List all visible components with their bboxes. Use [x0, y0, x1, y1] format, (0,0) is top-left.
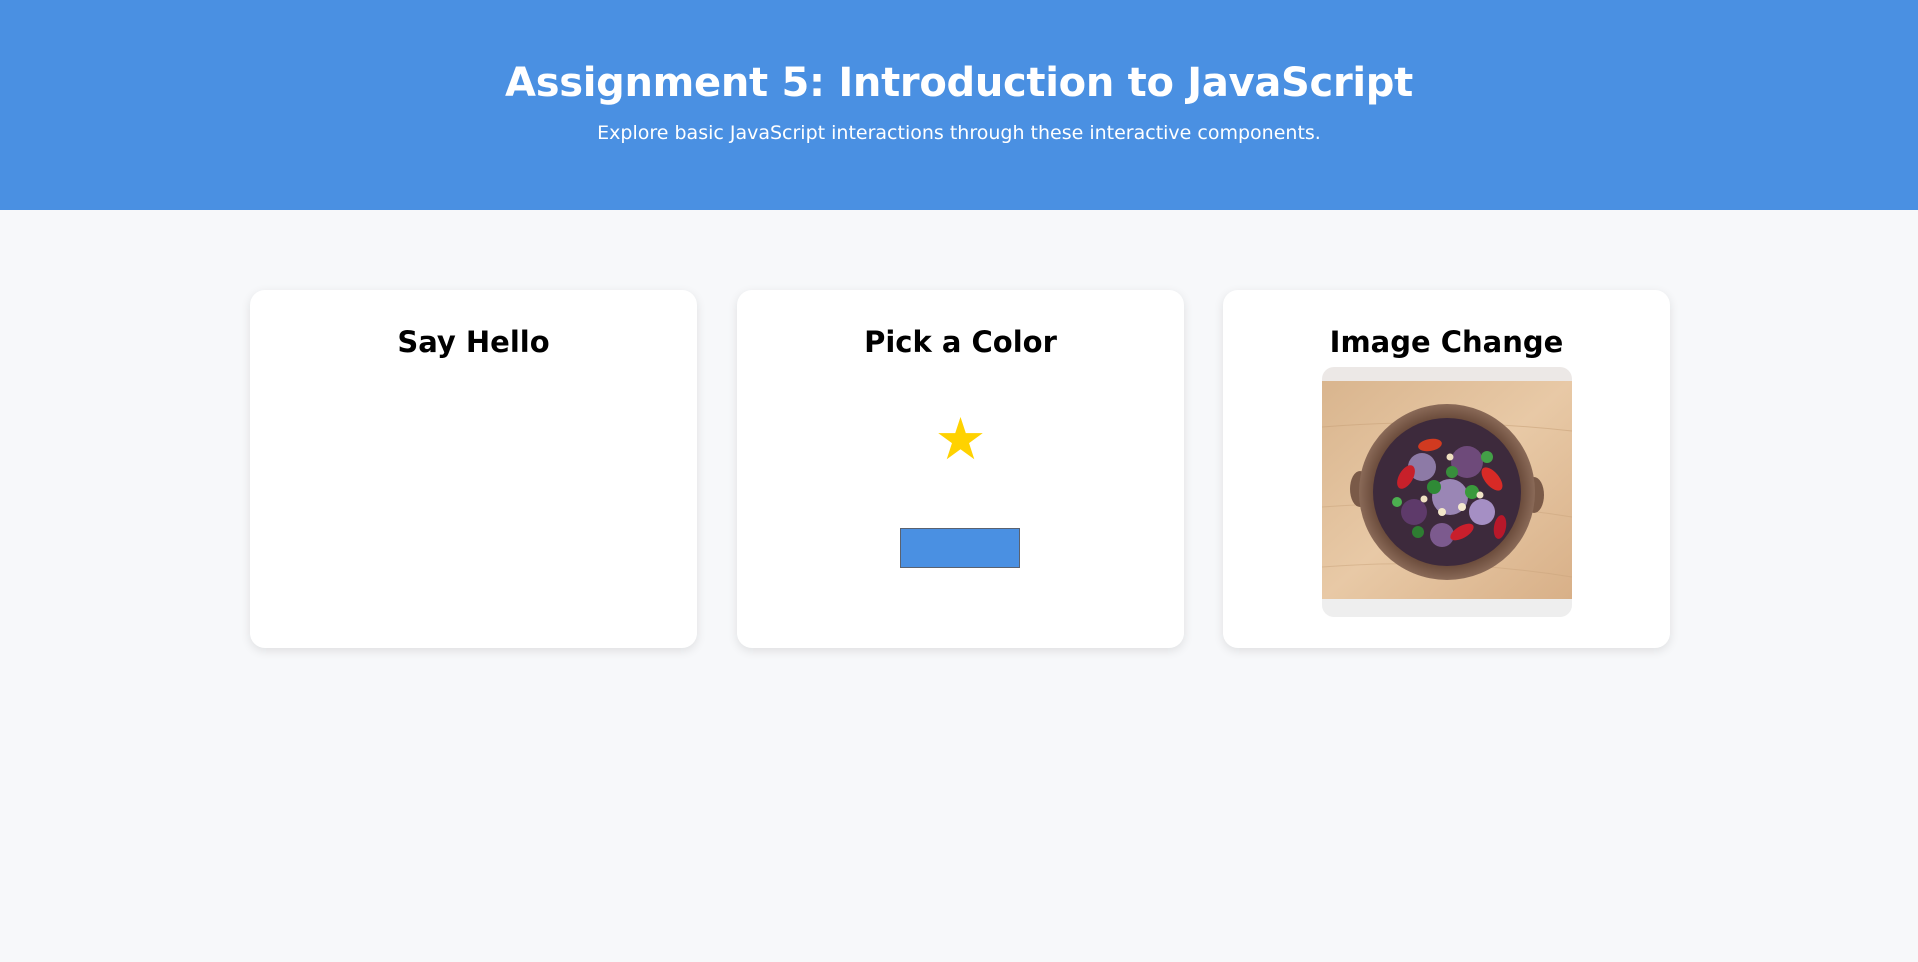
page-header: Assignment 5: Introduction to JavaScript… [0, 0, 1918, 210]
image-change-title: Image Change [1329, 325, 1564, 359]
pick-color-card: Pick a Color ★ [737, 290, 1184, 648]
salad-bowl-photo [1322, 367, 1572, 617]
star-icon: ★ [934, 405, 987, 473]
pick-color-title: Pick a Color [864, 325, 1057, 359]
say-hello-card: Say Hello [250, 290, 697, 648]
page-title: Assignment 5: Introduction to JavaScript [505, 60, 1413, 106]
say-hello-title: Say Hello [397, 325, 550, 359]
salad-bowl-image[interactable] [1322, 367, 1572, 617]
color-change-button[interactable] [900, 528, 1020, 568]
image-change-card: Image Change [1223, 290, 1670, 648]
page-subtitle: Explore basic JavaScript interactions th… [597, 122, 1321, 144]
